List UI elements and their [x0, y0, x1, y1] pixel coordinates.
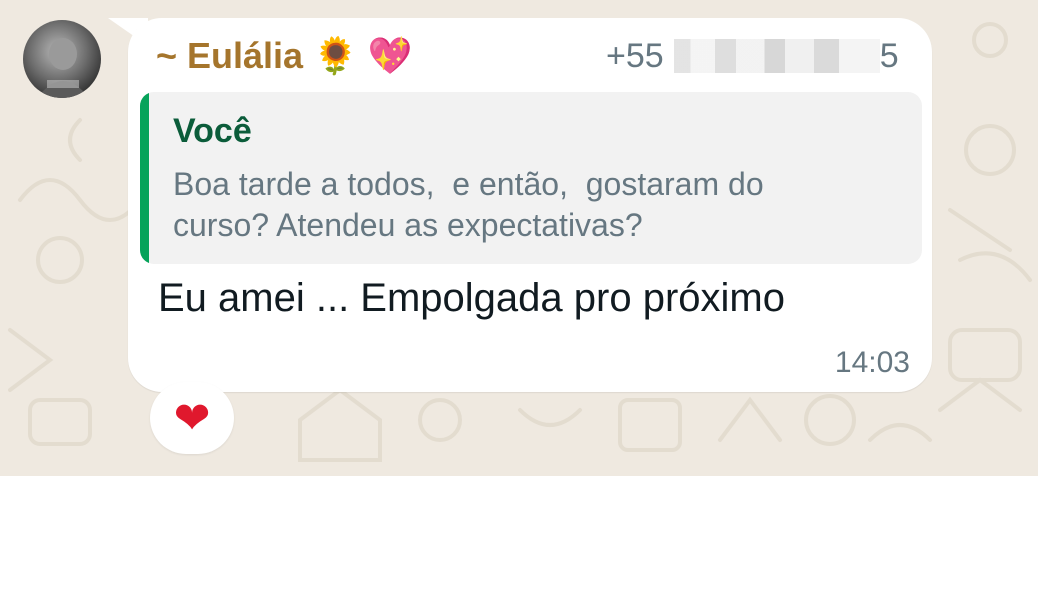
avatar-photo — [37, 38, 89, 98]
sender-phone[interactable]: +55 5 — [606, 34, 899, 78]
avatar[interactable] — [23, 20, 101, 98]
sparkling-heart-emoji: 💖 — [367, 35, 413, 76]
message-text: Eu amei ... Empolgada pro próximo — [158, 276, 785, 320]
phone-suffix: 5 — [879, 36, 899, 75]
quoted-text: Boa tarde a todos, e então, gostaram do … — [173, 166, 764, 243]
sender-name[interactable]: ~ Eulália — [156, 35, 303, 77]
message-timestamp: 14:03 — [834, 346, 910, 379]
heart-icon: ❤ — [173, 393, 211, 443]
quoted-author: Você — [173, 112, 252, 150]
phone-prefix: +55 — [606, 36, 664, 75]
sender-header[interactable]: ~ Eulália 🌻 💖 — [156, 34, 413, 78]
sunflower-emoji: 🌻 — [313, 35, 358, 76]
heart-reaction[interactable]: ❤ — [150, 382, 234, 454]
quote-accent-bar — [140, 92, 149, 264]
quoted-message[interactable]: Você Boa tarde a todos, e então, gostara… — [140, 92, 922, 264]
phone-redaction — [673, 39, 880, 73]
